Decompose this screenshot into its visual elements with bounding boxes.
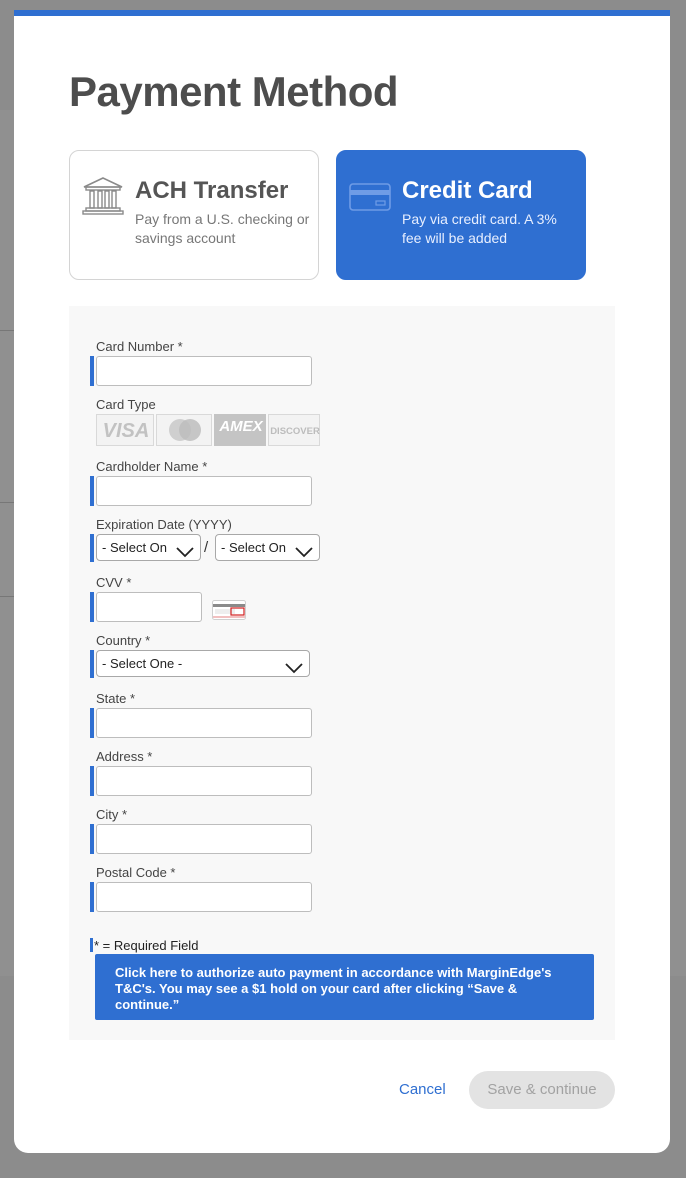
required-indicator [90,650,94,678]
required-indicator [90,534,94,562]
required-indicator [90,882,94,912]
expiration-year-value: - Select On [221,540,287,555]
postal-code-label: Postal Code * [96,865,176,880]
state-input[interactable] [96,708,312,738]
city-input[interactable] [96,824,312,854]
chevron-down-icon [295,541,313,560]
chevron-down-icon [285,657,303,676]
country-value: - Select One - [102,656,183,671]
credit-card-title: Credit Card [402,177,533,204]
credit-card-icon [349,183,391,216]
mastercard-icon [156,414,212,446]
expiration-separator: / [204,539,209,556]
card-type-label: Card Type [96,397,156,412]
modal-title: Payment Method [69,68,399,115]
expiration-year-select[interactable]: - Select On [215,534,320,561]
bank-icon [82,175,124,222]
cvv-label: CVV * [96,575,132,590]
chevron-down-icon [176,541,194,560]
expiration-date-label: Expiration Date (YYYY) [96,517,232,532]
credit-card-option[interactable]: Credit Card Pay via credit card. A 3% fe… [336,150,586,280]
payment-method-modal: Payment Method ACH Transfer Pay from a U… [14,10,670,1153]
required-indicator [90,592,94,622]
background-divider [0,502,14,503]
visa-logo-text: VISA [103,420,150,442]
required-indicator [90,824,94,854]
card-number-input[interactable] [96,356,312,386]
cancel-button[interactable]: Cancel [399,1081,446,1098]
visa-icon: VISA [96,414,154,446]
authorize-auto-payment-button[interactable]: Click here to authorize auto payment in … [95,954,594,1020]
state-label: State * [96,691,136,706]
background-divider [0,330,14,331]
required-field-note: * = Required Field [94,938,199,953]
city-label: City * [96,807,128,822]
card-number-label: Card Number * [96,339,183,354]
cvv-card-back-icon [212,600,246,625]
discover-icon: DISCOVER [268,414,320,446]
address-label: Address * [96,749,153,764]
required-indicator [90,766,94,796]
required-indicator [90,476,94,506]
expiration-month-select[interactable]: - Select On [96,534,201,561]
required-indicator [90,708,94,738]
amex-icon: AMEX [214,414,266,446]
country-label: Country * [96,633,151,648]
background-divider [0,596,14,597]
discover-logo-text: DISCOVER [270,426,320,437]
ach-transfer-option[interactable]: ACH Transfer Pay from a U.S. checking or… [69,150,319,280]
postal-code-input[interactable] [96,882,312,912]
amex-logo-text: AMEX [218,418,263,435]
required-indicator [90,356,94,386]
credit-card-description: Pay via credit card. A 3% fee will be ad… [402,211,557,246]
save-continue-button[interactable]: Save & continue [469,1071,615,1109]
cvv-input[interactable] [96,592,202,622]
background-panel-right [670,110,686,976]
ach-title: ACH Transfer [135,177,289,204]
required-indicator [90,938,93,952]
cardholder-name-input[interactable] [96,476,312,506]
address-input[interactable] [96,766,312,796]
ach-description: Pay from a U.S. checking or savings acco… [135,211,310,246]
country-select[interactable]: - Select One - [96,650,310,677]
background-panel-left [0,110,14,976]
expiration-month-value: - Select On [102,540,168,555]
cardholder-name-label: Cardholder Name * [96,459,208,474]
credit-card-form: Card Number * Card Type VISA AMEX DISCOV… [69,306,615,1040]
